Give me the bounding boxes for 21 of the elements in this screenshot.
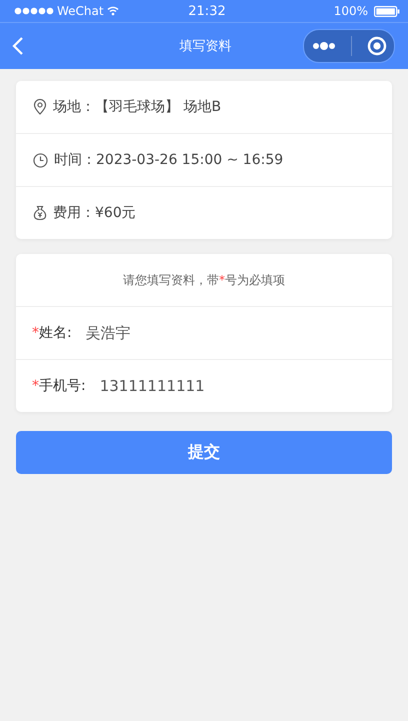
field-label: *姓名: <box>32 324 72 342</box>
battery-icon <box>374 6 400 16</box>
field-label: *手机号: <box>32 377 86 395</box>
info-text: 费用：¥60元 <box>53 204 136 222</box>
money-bag-icon <box>33 205 47 221</box>
input-field[interactable]: 13111111111 <box>100 377 320 395</box>
info-text: 时间：2023-03-26 15:00 ~ 16:59 <box>54 151 284 169</box>
location-pin-icon <box>33 99 47 115</box>
clock-time: 21:32 <box>188 4 226 18</box>
battery-percent: 100% <box>334 4 368 18</box>
signal-icon <box>14 7 54 15</box>
back-icon[interactable] <box>12 36 24 56</box>
notice-text: 请您填写资料，带*号为必填项 <box>123 272 285 288</box>
input-field[interactable]: 吴浩宇 <box>86 324 306 342</box>
clock-icon <box>33 152 48 168</box>
wifi-icon <box>106 6 119 16</box>
carrier-name: WeChat <box>57 4 104 18</box>
page-title: 填写资料 <box>178 38 232 55</box>
close-icon[interactable] <box>366 36 386 56</box>
info-text: 场地：【羽毛球场】 场地B <box>53 98 222 116</box>
more-icon[interactable] <box>312 42 336 50</box>
